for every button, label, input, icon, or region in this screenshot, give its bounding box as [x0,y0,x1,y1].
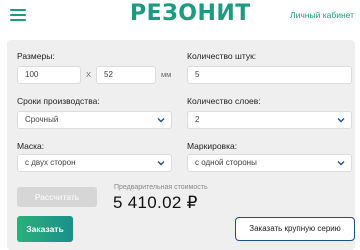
personal-account-link[interactable]: Личный кабинет [290,10,354,20]
site-header: РЕЗОНИТ Личный кабинет [0,0,360,32]
chevron-down-icon [337,161,345,166]
logo[interactable]: РЕЗОНИТ [130,2,251,26]
price-value: 5 410.02 ₽ [113,193,198,212]
marking-label: Маркировка: [187,141,238,151]
terms-value: Срочный [25,115,59,124]
terms-select[interactable]: Срочный [17,111,172,129]
layers-select[interactable]: 2 [187,111,352,129]
unit-label: мм [161,70,172,79]
layers-label: Количество слоев: [187,96,261,106]
chevron-down-icon [157,161,165,166]
mask-label: Маска: [17,141,45,151]
quantity-label: Количество штук: [187,51,257,61]
times-sign: X [86,70,92,79]
height-input[interactable]: 52 [96,66,156,84]
order-button[interactable]: Заказать [17,216,73,242]
marking-value: с одной стороны [195,158,257,167]
chevron-down-icon [157,118,165,123]
chevron-down-icon [337,118,345,123]
marking-select[interactable]: с одной стороны [187,154,352,172]
order-series-button[interactable]: Заказать крупную серию [235,217,355,241]
calculate-button[interactable]: Рассчитать [17,187,97,207]
hamburger-menu-icon[interactable] [10,8,26,22]
quantity-input[interactable]: 5 [187,66,352,84]
terms-label: Сроки производства: [17,96,100,106]
mask-value: с двух сторон [25,158,76,167]
price-caption: Предварительная стоимость [114,184,208,191]
sizes-label: Размеры: [17,51,55,61]
mask-select[interactable]: с двух сторон [17,154,172,172]
layers-value: 2 [195,115,200,124]
width-input[interactable]: 100 [17,66,81,84]
